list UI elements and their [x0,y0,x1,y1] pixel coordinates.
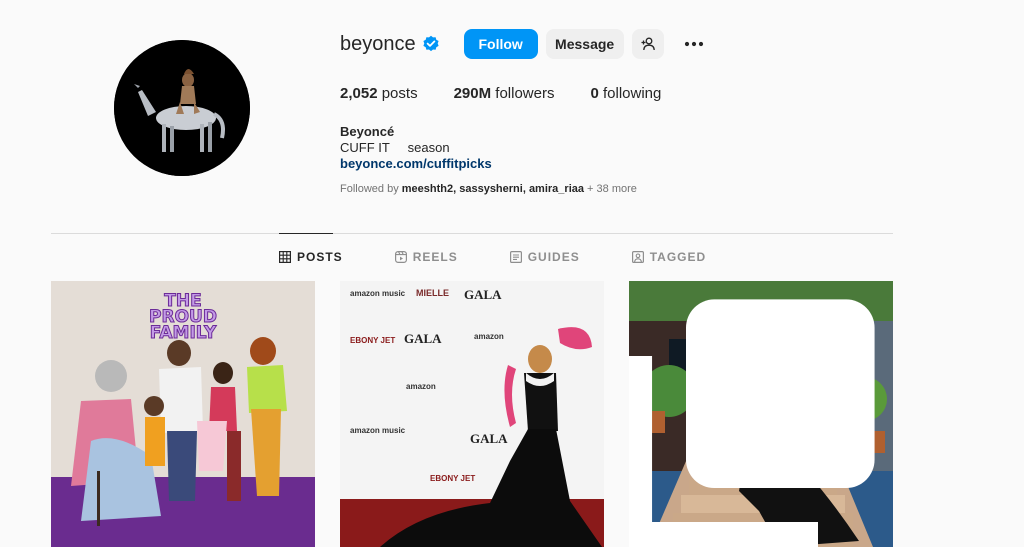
following-stat[interactable]: 0 following [590,85,661,102]
tab-reels-label: REELS [412,250,458,264]
more-options-button[interactable] [682,32,706,56]
profile-stats: 2,052 posts 290M followers 0 following [340,85,697,102]
post-title-overlay: THE PROUD FAMILY [51,292,315,343]
tabs-divider [51,233,893,234]
tab-posts-label: POSTS [297,250,343,264]
followers-count: 290M [453,85,492,102]
followed-by-more: + 38 more [584,183,637,195]
add-user-icon [641,37,655,51]
backdrop-text: GALA [404,331,442,346]
grid-icon [279,251,291,263]
profile-username: beyonce [340,32,416,55]
guides-icon [509,251,522,263]
profile-header-row: beyonce Follow Message [340,28,706,60]
profile-avatar[interactable] [114,40,250,176]
bio-link[interactable]: beyonce.com/cuffitpicks [340,156,492,172]
post-thumbnail[interactable] [629,281,893,547]
message-button[interactable]: Message [545,29,624,59]
post-thumbnail[interactable]: THE PROUD FAMILY [51,281,315,547]
backdrop-text: MIELLE [416,288,449,298]
followed-by-users: meeshth2, sassysherni, amira_riaa [401,183,584,195]
backdrop-text: EBONY JET [350,336,395,345]
profile-page: beyonce Follow Message 2,052 posts 290M … [0,0,1024,547]
active-tab-indicator [279,233,333,234]
tab-reels[interactable]: REELS [394,250,458,264]
following-count: 0 [590,85,599,102]
profile-tabs: POSTS REELS GUIDES TAGGED [279,250,758,264]
tab-guides-label: GUIDES [527,250,580,264]
backdrop-text: EBONY JET [430,474,475,483]
reels-icon [394,251,407,263]
backdrop-text: GALA [470,431,508,446]
bio-text: CUFF IT season [340,140,450,155]
post-image-gala: amazon music MIELLE GALA EBONY JET GALA … [340,281,604,547]
post-thumbnail[interactable]: amazon music MIELLE GALA EBONY JET GALA … [340,281,604,547]
posts-label: posts [377,85,418,102]
carousel-post-icon [629,299,875,547]
profile-bio: Beyoncé CUFF IT season beyonce.com/cuffi… [340,124,492,172]
profile-full-name: Beyoncé [340,124,395,139]
tagged-icon [631,251,644,263]
post-title-line-3: FAMILY [149,323,217,343]
posts-count-stat: 2,052 posts [340,85,418,102]
following-label: following [598,85,662,102]
tab-posts[interactable]: POSTS [279,250,343,264]
backdrop-text: amazon music [350,289,406,298]
backdrop-text: GALA [464,287,502,302]
tab-guides[interactable]: GUIDES [509,250,580,264]
followed-by-text[interactable]: Followed by meeshth2, sassysherni, amira… [340,183,637,195]
verified-badge-icon [423,35,439,52]
backdrop-text: amazon [474,332,504,341]
backdrop-text: amazon [406,382,436,391]
avatar-image [114,40,250,176]
follow-button[interactable]: Follow [463,29,538,59]
more-options-icon [684,41,703,47]
followers-label: followers [491,85,555,102]
tab-tagged-label: TAGGED [649,250,707,264]
followers-stat[interactable]: 290M followers [454,85,555,102]
followed-by-prefix: Followed by [340,183,402,195]
tab-tagged[interactable]: TAGGED [631,250,707,264]
suggested-users-button[interactable] [631,29,664,59]
backdrop-text: amazon music [350,426,406,435]
posts-count: 2,052 [340,85,378,102]
